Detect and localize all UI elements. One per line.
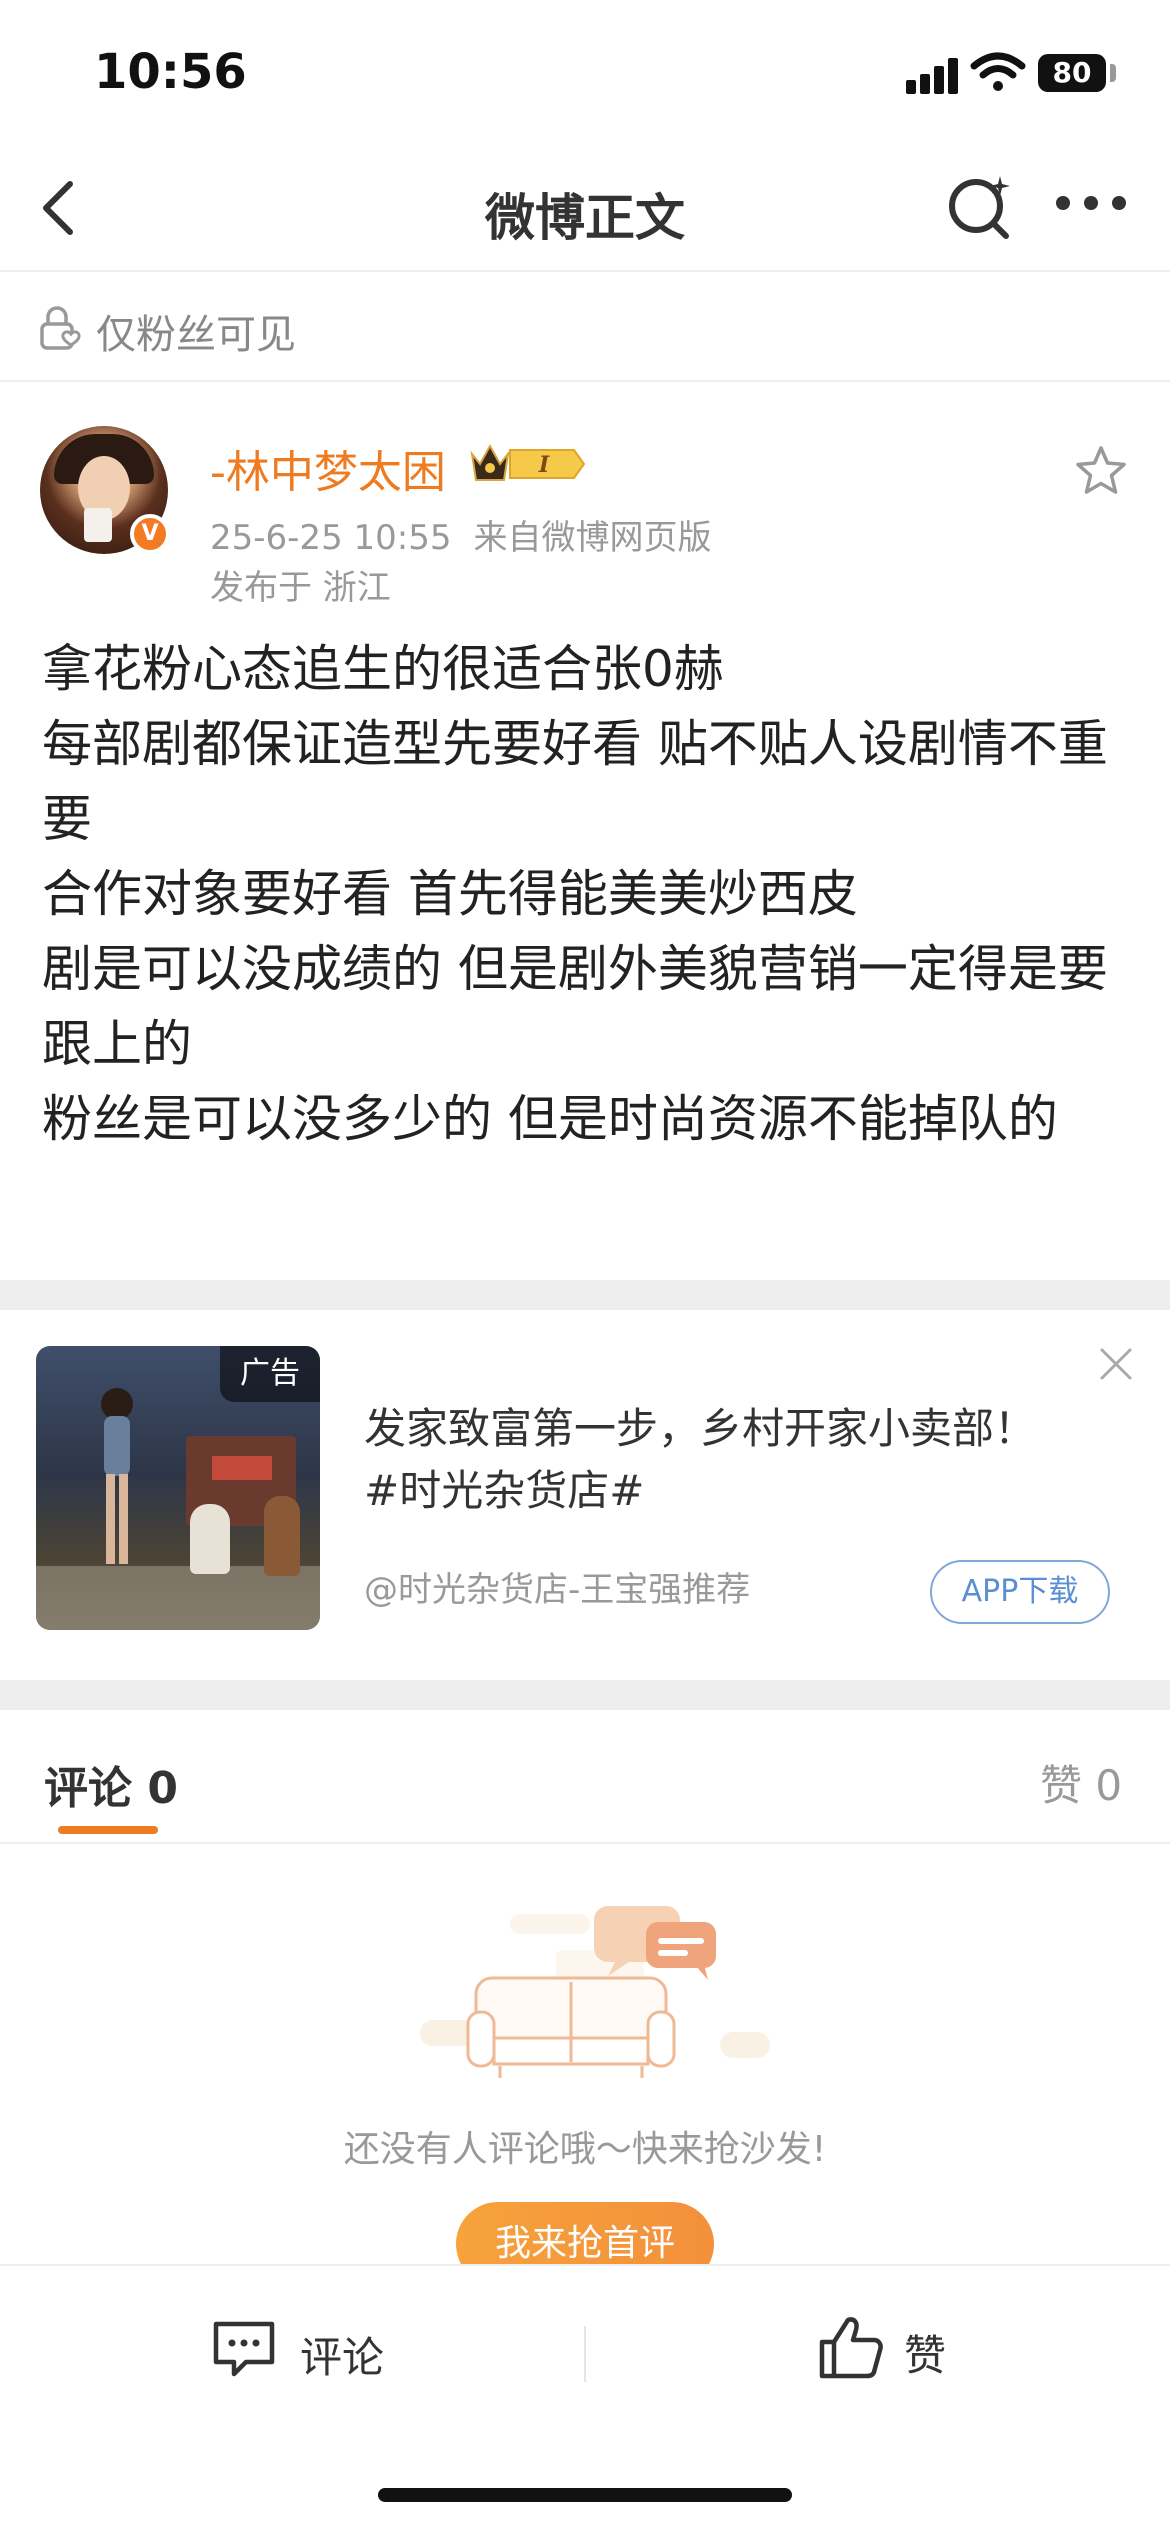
verified-badge-icon: V	[130, 514, 170, 554]
wifi-icon	[970, 52, 1026, 91]
ad-title-line: 发家致富第一步，乡村开家小卖部！	[364, 1404, 1037, 1453]
empty-sofa-illustration-icon	[420, 1906, 770, 2078]
member-level-text: I	[538, 452, 550, 478]
tab-comments[interactable]: 评论 0	[44, 1752, 178, 1816]
member-crown-badge-icon[interactable]: I	[470, 440, 588, 486]
post-timestamp: 25-6-25 10:55	[210, 518, 452, 558]
battery-level: 80	[1052, 56, 1092, 89]
post-location: 发布于 浙江	[210, 568, 391, 608]
ad-title[interactable]: 发家致富第一步，乡村开家小卖部！ #时光杂货店#	[364, 1398, 1036, 1522]
post-line: 合作对象要好看 首先得能美美炒西皮	[42, 865, 858, 923]
app-download-button[interactable]: APP下载	[930, 1560, 1110, 1624]
comments-divider	[0, 1842, 1170, 1844]
post-line: 粉丝是可以没多少的 但是时尚资源不能掉队的	[42, 1090, 1058, 1148]
comment-button-label: 评论	[300, 2333, 385, 2382]
post-line: 剧是可以没成绩的 但是剧外美貌营销一定得是要跟上的	[42, 940, 1108, 1073]
post-source: 来自微博网页版	[473, 518, 712, 558]
fans-only-lock-icon	[40, 306, 81, 350]
tab-likes[interactable]: 赞 0	[1040, 1752, 1122, 1813]
nav-bar: 微博正文	[0, 140, 1170, 272]
comment-button[interactable]: 评论	[210, 2314, 410, 2384]
ad-image-man	[264, 1496, 300, 1576]
post-line: 拿花粉心态追生的很适合张0赫	[42, 640, 724, 698]
comment-icon	[213, 2321, 275, 2377]
status-time: 10:56	[94, 44, 247, 100]
battery-cap	[1110, 64, 1116, 82]
empty-comments-text: 还没有人评论哦～快来抢沙发!	[343, 2129, 827, 2170]
avatar-cup	[84, 508, 112, 542]
ad-image-kid	[190, 1504, 230, 1574]
status-bar: 10:56 80	[0, 0, 1170, 140]
like-button[interactable]: 赞	[816, 2310, 976, 2384]
author-name[interactable]: -林中梦太困	[210, 436, 446, 500]
refresh-search-icon[interactable]	[944, 170, 1016, 242]
like-button-label: 赞	[904, 2331, 947, 2380]
section-divider	[0, 1280, 1170, 1310]
ad-tag: 广告	[220, 1346, 320, 1402]
close-icon[interactable]	[1096, 1344, 1136, 1384]
ad-image-figure	[101, 1388, 133, 1564]
home-indicator[interactable]	[378, 2488, 792, 2502]
more-icon[interactable]	[1056, 196, 1126, 216]
post-line: 每部剧都保证造型先要好看 贴不贴人设剧情不重要	[42, 715, 1108, 848]
visibility-bar: 仅粉丝可见	[0, 274, 1170, 382]
post-body: 拿花粉心态追生的很适合张0赫 每部剧都保证造型先要好看 贴不贴人设剧情不重要 合…	[42, 632, 1132, 1157]
ad-image-sign	[212, 1456, 272, 1480]
visibility-label: 仅粉丝可见	[96, 312, 296, 358]
active-tab-indicator	[58, 1826, 158, 1834]
ad-title-line: #时光杂货店#	[364, 1466, 645, 1515]
ad-source[interactable]: @时光杂货店-王宝强推荐	[364, 1562, 750, 1611]
bottom-bar-separator	[584, 2326, 586, 2382]
thumbs-up-icon	[819, 2317, 883, 2379]
post-meta: 25-6-25 10:55 来自微博网页版	[210, 510, 712, 559]
favorite-star-icon[interactable]	[1074, 444, 1128, 496]
battery-icon: 80	[1038, 54, 1106, 92]
signal-icon	[906, 58, 962, 94]
ad-image[interactable]: 广告	[36, 1346, 320, 1630]
section-divider	[0, 1680, 1170, 1710]
